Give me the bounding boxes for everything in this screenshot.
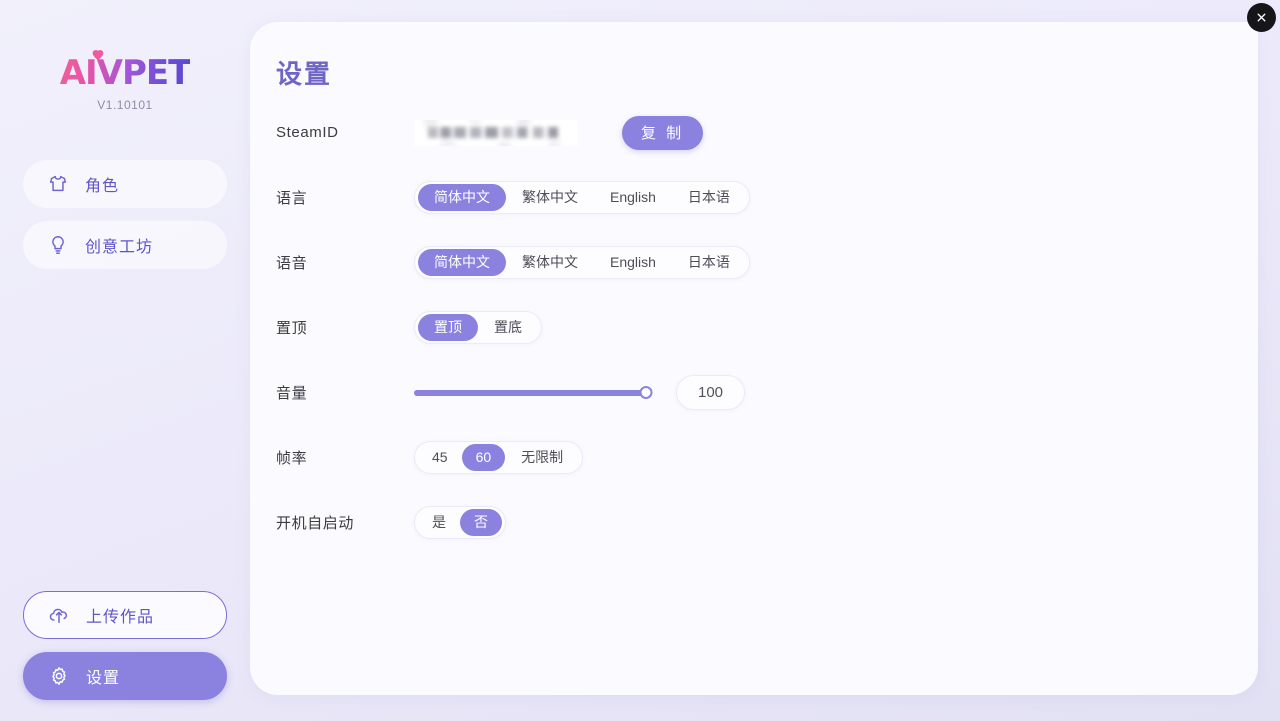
sidebar-item-character[interactable]: 角色 [23, 160, 227, 208]
settings-row-pin: 置顶 置顶 置底 [276, 295, 1226, 360]
settings-row-steamid: SteamID 复 制 [276, 100, 1226, 165]
autostart-segmented-control: 是 否 [414, 506, 506, 539]
close-window-button[interactable] [1247, 3, 1276, 32]
framerate-segmented-control: 45 60 无限制 [414, 441, 584, 474]
slider-thumb[interactable] [639, 386, 653, 399]
voice-segmented-control: 简体中文 繁体中文 English 日本语 [414, 246, 750, 279]
sidebar-item-workshop[interactable]: 创意工坊 [23, 221, 227, 269]
sidebar-nav-primary: 角色 创意工坊 [23, 160, 227, 269]
language-option[interactable]: English [594, 184, 672, 211]
row-label: 帧率 [276, 450, 308, 467]
copy-steamid-button[interactable]: 复 制 [622, 115, 704, 150]
logo-wordmark: AIVPET [59, 53, 192, 93]
app-logo: AIVPET V1.10101 [0, 50, 250, 112]
framerate-option[interactable]: 45 [418, 444, 462, 471]
framerate-option[interactable]: 60 [461, 444, 506, 471]
voice-option[interactable]: English [594, 249, 672, 276]
row-label: 语言 [276, 190, 308, 207]
cloud-upload-icon [49, 608, 68, 624]
lightbulb-icon [52, 236, 64, 254]
language-option[interactable]: 繁体中文 [506, 184, 594, 211]
sidebar-item-label: 创意工坊 [85, 239, 154, 256]
language-option[interactable]: 简体中文 [418, 184, 506, 211]
settings-row-framerate: 帧率 45 60 无限制 [276, 425, 1226, 490]
volume-slider[interactable] [414, 383, 653, 403]
pin-segmented-control: 置顶 置底 [414, 311, 542, 344]
pin-option[interactable]: 置顶 [418, 314, 478, 341]
sidebar-item-label: 设置 [86, 670, 121, 687]
settings-rows: SteamID 复 制 语言 简体中文 繁体中文 English 日本语 语音 … [276, 100, 1226, 555]
language-option[interactable]: 日本语 [672, 184, 746, 211]
page-title: 设置 [276, 59, 333, 89]
gear-icon [52, 667, 66, 685]
voice-option[interactable]: 繁体中文 [506, 249, 594, 276]
row-label: SteamID [276, 124, 339, 141]
volume-value-box[interactable]: 100 [676, 375, 745, 410]
autostart-option[interactable]: 是 [418, 509, 460, 536]
slider-fill [414, 389, 646, 396]
voice-option[interactable]: 日本语 [672, 249, 746, 276]
steamid-value-field[interactable] [414, 119, 578, 146]
autostart-option[interactable]: 否 [460, 509, 502, 536]
redacted-steamid-text [428, 126, 568, 138]
row-label: 置顶 [276, 320, 308, 337]
framerate-option[interactable]: 无限制 [505, 444, 579, 471]
row-label: 音量 [276, 385, 308, 402]
app-version: V1.10101 [97, 98, 153, 112]
sidebar-item-upload[interactable]: 上传作品 [23, 591, 227, 639]
heart-icon [92, 50, 104, 60]
tshirt-icon [49, 175, 67, 192]
settings-row-voice: 语音 简体中文 繁体中文 English 日本语 [276, 230, 1226, 295]
settings-row-volume: 音量 100 [276, 360, 1226, 425]
pin-option[interactable]: 置底 [478, 314, 538, 341]
voice-option[interactable]: 简体中文 [418, 249, 506, 276]
row-label: 语音 [276, 255, 308, 272]
language-segmented-control: 简体中文 繁体中文 English 日本语 [414, 181, 750, 214]
sidebar: AIVPET V1.10101 角色 创意工坊 上传作品 设置 [0, 0, 250, 721]
settings-panel: 设置 SteamID 复 制 语言 简体中文 繁体中文 English 日本语 [250, 22, 1258, 695]
sidebar-nav-secondary: 上传作品 设置 [23, 591, 227, 700]
settings-row-language: 语言 简体中文 繁体中文 English 日本语 [276, 165, 1226, 230]
sidebar-item-label: 上传作品 [86, 609, 155, 626]
sidebar-item-label: 角色 [85, 178, 120, 195]
close-icon [1257, 13, 1266, 22]
sidebar-item-settings[interactable]: 设置 [23, 652, 227, 700]
settings-row-autostart: 开机自启动 是 否 [276, 490, 1226, 555]
app-window: AIVPET V1.10101 角色 创意工坊 上传作品 设置 设置 Steam… [0, 0, 1280, 721]
row-label: 开机自启动 [276, 515, 355, 532]
